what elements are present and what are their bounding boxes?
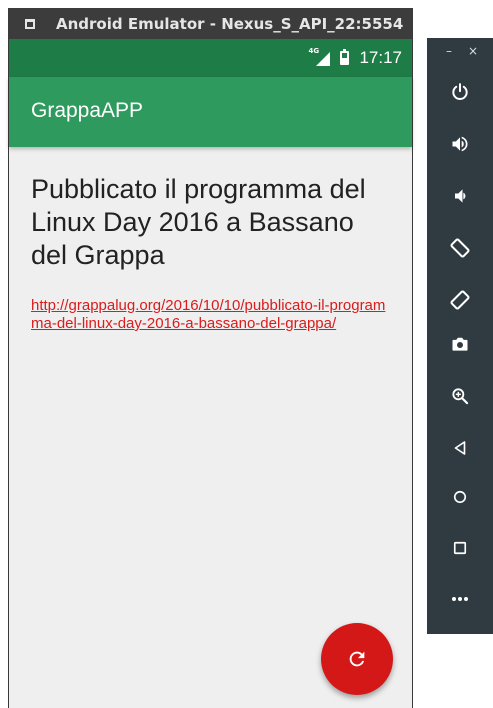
overview-icon: [453, 541, 467, 555]
post-title: Pubblicato il programma del Linux Day 20…: [31, 174, 366, 270]
cellular-signal-icon: 4G: [308, 47, 331, 66]
window-menu-icon[interactable]: [25, 18, 35, 29]
post-content: Pubblicato il programma del Linux Day 20…: [31, 173, 394, 333]
volume-down-icon: [455, 189, 466, 203]
camera-icon: [452, 337, 468, 351]
emulator-window: Android Emulator - Nexus_S_API_22:5554 4…: [8, 8, 413, 708]
screenshot-button[interactable]: [427, 326, 493, 362]
volume-up-button[interactable]: [427, 126, 493, 162]
emulator-toolbar: – ×: [427, 38, 493, 634]
app-title: GrappaAPP: [31, 99, 144, 122]
home-icon: [453, 490, 467, 504]
status-time: 17:17: [359, 48, 402, 67]
home-button[interactable]: [427, 479, 493, 515]
rotate-right-icon: [450, 290, 470, 310]
refresh-button[interactable]: [321, 623, 393, 695]
more-icon: [452, 597, 468, 601]
window-title: Android Emulator - Nexus_S_API_22:5554: [56, 14, 404, 33]
rotate-left-icon: [450, 238, 470, 258]
zoom-button[interactable]: [427, 378, 493, 414]
rotate-left-button[interactable]: [427, 230, 493, 266]
back-button[interactable]: [427, 430, 493, 466]
power-button[interactable]: [427, 74, 493, 110]
back-icon: [454, 441, 466, 455]
refresh-icon: [349, 651, 365, 667]
battery-icon: [340, 49, 350, 65]
zoom-icon: [452, 388, 469, 405]
app-bar: GrappaAPP: [9, 77, 412, 147]
window-title-bar[interactable]: Android Emulator - Nexus_S_API_22:5554: [9, 8, 412, 39]
minimize-button[interactable]: –: [446, 44, 452, 58]
volume-down-button[interactable]: [427, 178, 493, 214]
power-icon: [452, 83, 468, 100]
rotate-right-button[interactable]: [427, 282, 493, 318]
overview-button[interactable]: [427, 530, 493, 566]
close-button[interactable]: ×: [468, 44, 478, 58]
volume-up-icon: [452, 136, 468, 152]
android-status-bar: 4G 17:17: [9, 39, 412, 77]
toolbar-window-controls: – ×: [427, 44, 493, 62]
post-link[interactable]: http://grappalug.org/2016/10/10/pubblica…: [31, 297, 394, 333]
more-button[interactable]: [427, 581, 493, 617]
